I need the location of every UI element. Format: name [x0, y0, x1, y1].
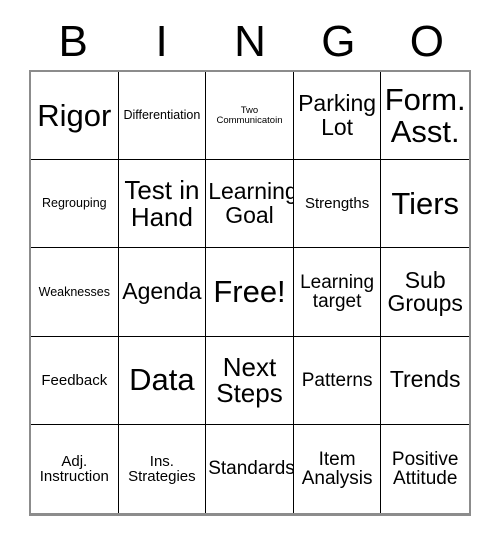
bingo-cell-label: Adj. Instruction	[39, 452, 109, 485]
bingo-cell-r3-c2[interactable]: Agenda	[118, 248, 207, 337]
bingo-cell-label: Rigor	[37, 97, 112, 133]
bingo-cell-label: Learning Goal	[208, 178, 294, 228]
bingo-cell-r4-c5[interactable]: Trends	[381, 336, 469, 425]
bingo-cell-r1-c5[interactable]: Form. Asst.	[381, 72, 469, 161]
bingo-cell-label: Strengths	[304, 195, 370, 213]
bingo-header-letter-g: G	[321, 17, 356, 66]
bingo-cell-r2-c4[interactable]: Strengths	[293, 160, 382, 249]
bingo-cell-r2-c5[interactable]: Tiers	[381, 160, 469, 249]
bingo-cell-r1-c1[interactable]: Rigor	[31, 72, 119, 161]
bingo-cell-r3-c5[interactable]: Sub Groups	[381, 248, 469, 337]
bingo-cell-label: Differentiation	[123, 108, 201, 123]
bingo-cell-r5-c2[interactable]: Ins. Strategies	[118, 424, 207, 513]
bingo-header-letter-i: I	[155, 17, 168, 66]
bingo-cell-label: Feedback	[41, 371, 108, 389]
bingo-cell-label: Weaknesses	[38, 284, 110, 299]
bingo-cell-r4-c3[interactable]: Next Steps	[206, 336, 294, 425]
bingo-cell-label: Free!	[213, 274, 286, 310]
bingo-cell-label: Regrouping	[41, 196, 107, 211]
bingo-cell-label: Data	[129, 362, 195, 398]
bingo-cell-r5-c3[interactable]: Standards	[206, 424, 294, 513]
bingo-cell-r4-c4[interactable]: Patterns	[293, 336, 382, 425]
bingo-header-letters: BINGO	[29, 14, 471, 70]
bingo-cell-r4-c2[interactable]: Data	[118, 336, 207, 425]
bingo-cell-r5-c4[interactable]: Item Analysis	[293, 424, 382, 513]
bingo-cell-r2-c1[interactable]: Regrouping	[31, 160, 119, 249]
bingo-cell-r1-c3[interactable]: Two Communicatoin	[206, 72, 294, 161]
bingo-cell-r4-c1[interactable]: Feedback	[31, 336, 119, 425]
bingo-cell-label: Sub Groups	[387, 266, 463, 316]
bingo-cell-label: Standards	[208, 458, 294, 480]
bingo-grid: Rigor Differentiation Two Communicatoin Par…	[29, 70, 471, 516]
bingo-cell-label: Two Communicatoin	[216, 104, 283, 126]
bingo-cell-label: Form. Asst.	[384, 81, 466, 149]
bingo-cell-r5-c5[interactable]: Positive Attitude	[381, 424, 469, 513]
bingo-header-letter-b: B	[58, 17, 88, 66]
bingo-cell-r1-c4[interactable]: Parking Lot	[293, 72, 382, 161]
bingo-cell-label: Ins. Strategies	[128, 452, 196, 485]
bingo-header-letter-o: O	[409, 17, 444, 66]
bingo-cell-label: Trends	[389, 366, 461, 393]
bingo-free-space-cell[interactable]: Free!	[206, 248, 294, 337]
bingo-cell-label: Learning target	[300, 271, 375, 312]
bingo-cell-label: Positive Attitude	[391, 448, 459, 489]
bingo-cell-label: Tiers	[391, 185, 460, 221]
bingo-cell-r5-c1[interactable]: Adj. Instruction	[31, 424, 119, 513]
bingo-header-letter-n: N	[234, 17, 266, 66]
bingo-cell-label: Agenda	[122, 278, 202, 305]
bingo-cell-label: Item Analysis	[301, 448, 373, 489]
bingo-cell-label: Test in Hand	[124, 175, 200, 232]
bingo-cell-label: Patterns	[301, 369, 373, 391]
bingo-cell-r3-c1[interactable]: Weaknesses	[31, 248, 119, 337]
bingo-cell-r1-c2[interactable]: Differentiation	[118, 72, 207, 161]
bingo-cell-r2-c3[interactable]: Learning Goal	[206, 160, 294, 249]
bingo-cell-label: Parking Lot	[298, 90, 377, 140]
bingo-cell-label: Next Steps	[216, 351, 283, 409]
bingo-cell-r3-c4[interactable]: Learning target	[293, 248, 382, 337]
bingo-card: B I N G O Rigor Differentiation Two Communicat…	[0, 0, 500, 544]
bingo-cell-r2-c2[interactable]: Test in Hand	[118, 160, 207, 249]
